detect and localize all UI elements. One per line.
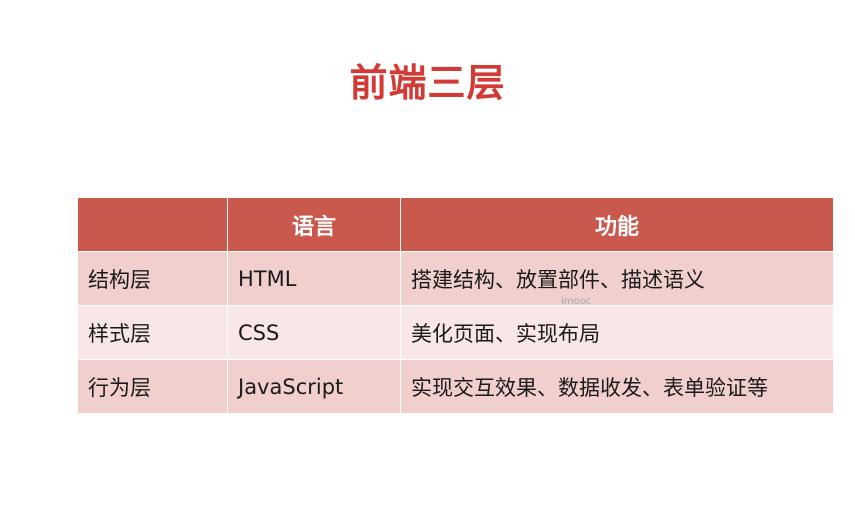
cell-function: 搭建结构、放置部件、描述语义 bbox=[400, 251, 834, 306]
table-row: 结构层 HTML 搭建结构、放置部件、描述语义 bbox=[77, 251, 834, 306]
header-cell-function: 功能 bbox=[400, 197, 834, 252]
cell-language: CSS bbox=[227, 305, 401, 360]
header-cell-language: 语言 bbox=[227, 197, 401, 252]
layers-table: 语言 功能 结构层 HTML 搭建结构、放置部件、描述语义 样式层 CSS 美化… bbox=[77, 197, 834, 414]
slide-title: 前端三层 bbox=[349, 61, 506, 105]
cell-language: HTML bbox=[227, 251, 401, 306]
cell-function: 实现交互效果、数据收发、表单验证等 bbox=[400, 359, 834, 414]
cell-function: 美化页面、实现布局 bbox=[400, 305, 834, 360]
watermark-text: imooc bbox=[561, 296, 592, 307]
cell-layer: 样式层 bbox=[77, 305, 228, 360]
cell-layer: 行为层 bbox=[77, 359, 228, 414]
table-row: 样式层 CSS 美化页面、实现布局 bbox=[77, 305, 834, 360]
table-header-row: 语言 功能 bbox=[77, 197, 834, 252]
header-cell-layer bbox=[77, 197, 228, 252]
table-row: 行为层 JavaScript 实现交互效果、数据收发、表单验证等 bbox=[77, 359, 834, 414]
slide: 前端三层 语言 功能 结构层 HTML 搭建结构、放置部件、描述语义 样式层 C… bbox=[0, 0, 855, 514]
cell-language: JavaScript bbox=[227, 359, 401, 414]
cell-layer: 结构层 bbox=[77, 251, 228, 306]
